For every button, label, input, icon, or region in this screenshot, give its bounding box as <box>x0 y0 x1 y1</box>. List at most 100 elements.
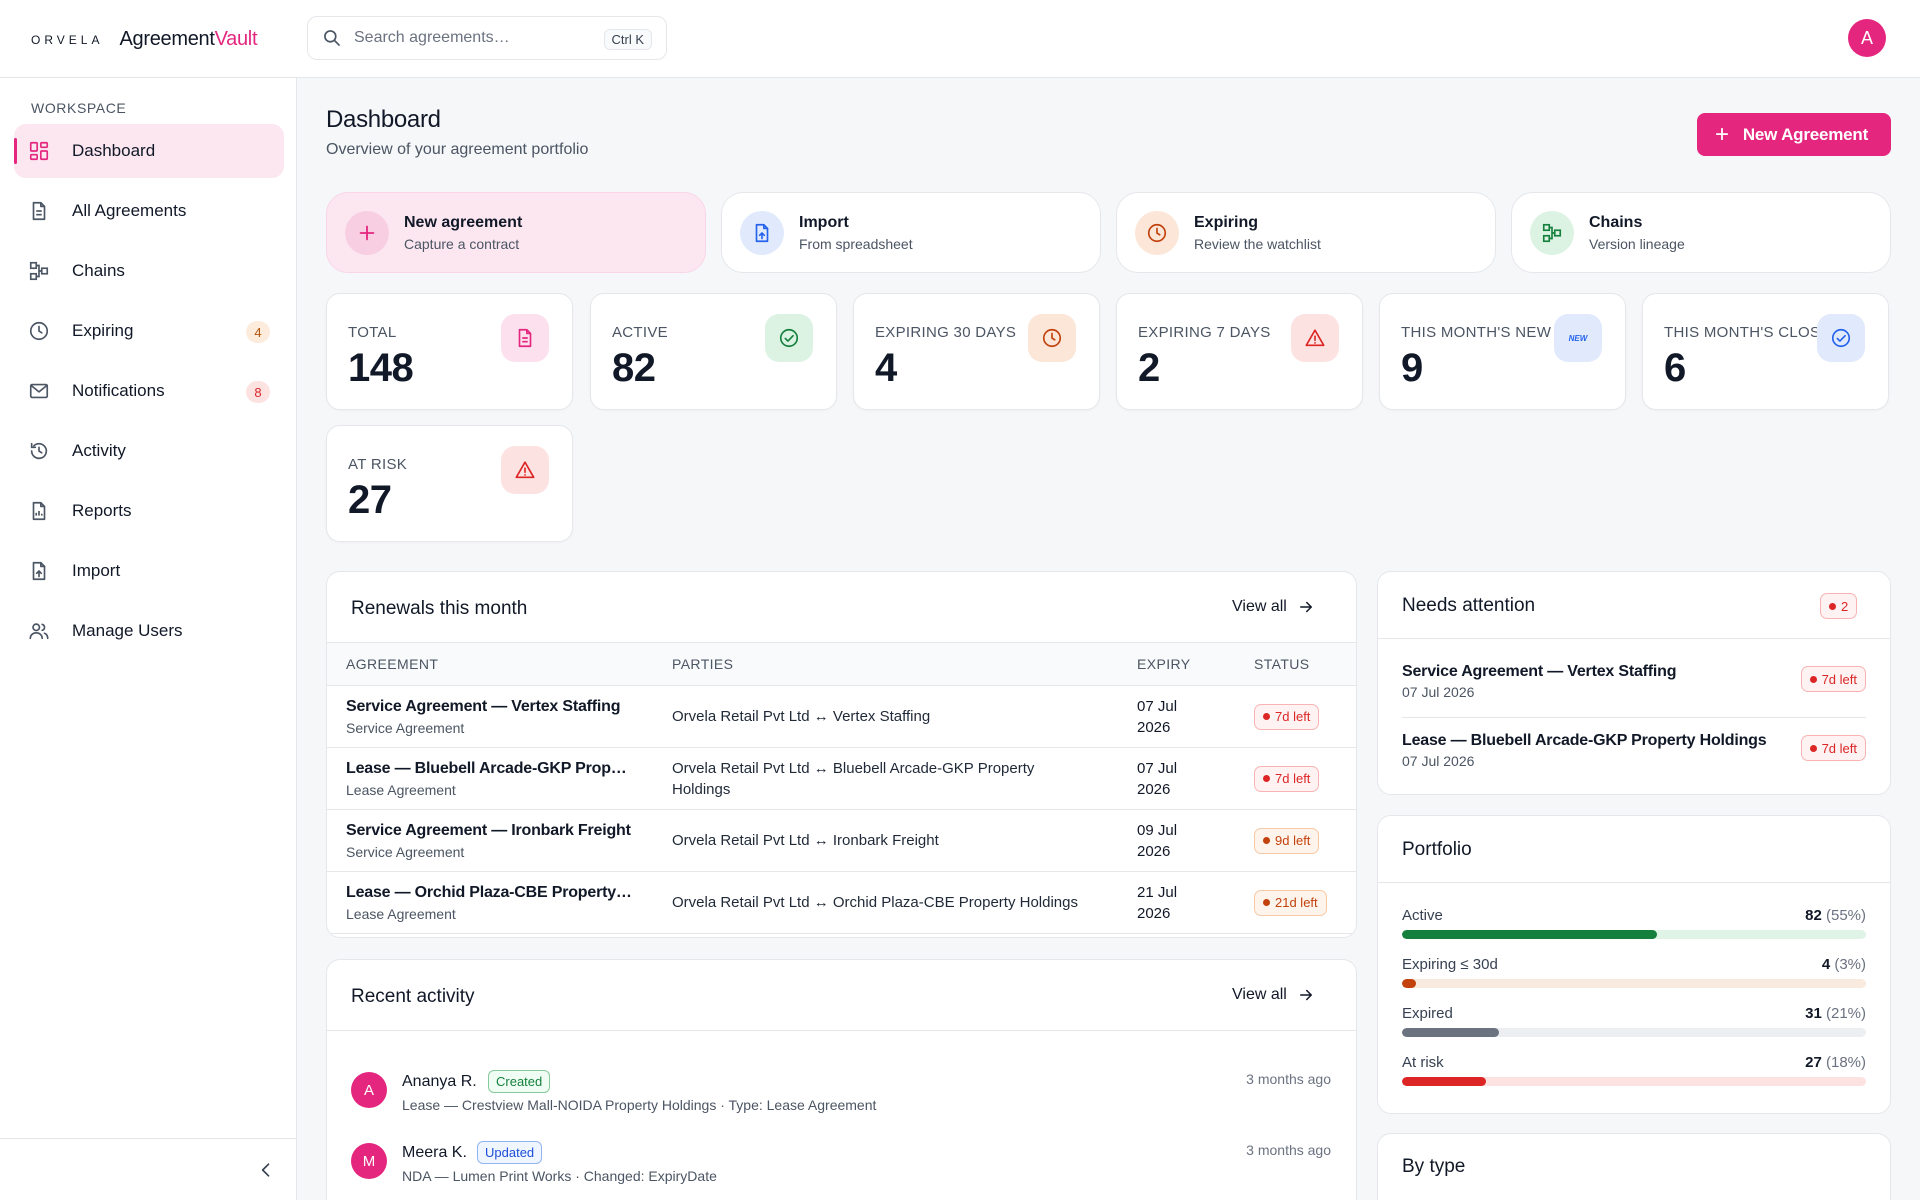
stat-card-this-months-new[interactable]: THIS MONTH'S NEW 9 NEW <box>1379 293 1626 410</box>
quick-action-subtitle: Version lineage <box>1589 236 1685 252</box>
portfolio-value: 27 (18%) <box>1805 1054 1866 1071</box>
renewals-card: Renewals this month View all AGREEMENT P… <box>326 571 1357 938</box>
sidebar-item-dashboard[interactable]: Dashboard <box>14 124 284 178</box>
table-row[interactable]: Lease — Orchid Plaza-CBE Property… Lease … <box>327 871 1356 934</box>
column-header[interactable]: STATUS <box>1235 642 1356 686</box>
column-header[interactable]: PARTIES <box>653 642 1118 686</box>
brand-logo[interactable]: ORVELA AgreementVault <box>31 28 258 51</box>
brand-mark: ORVELA <box>31 32 104 47</box>
portfolio-title: Portfolio <box>1402 839 1472 860</box>
sidebar-item-all-agreements[interactable]: All Agreements <box>14 184 284 238</box>
column-header[interactable]: EXPIRY <box>1118 642 1235 686</box>
stat-card-at-risk[interactable]: AT RISK 27 <box>326 425 573 542</box>
mail-icon <box>29 383 49 399</box>
status-dot <box>1809 744 1817 752</box>
renewals-view-all-link[interactable]: View all <box>1232 598 1315 616</box>
activity-type-badge: Updated <box>477 1141 543 1164</box>
agreement-name[interactable]: Lease — Bluebell Arcade-GKP Prop… <box>346 760 646 778</box>
sidebar-item-label: Import <box>72 561 121 580</box>
needs-attention-card: Needs attention 2 Service Agreement — Ve… <box>1377 571 1891 795</box>
portfolio-bar-fill <box>1402 979 1416 988</box>
agreement-name[interactable]: Lease — Orchid Plaza-CBE Property… <box>346 884 646 902</box>
attention-item[interactable]: Service Agreement — Vertex Staffing 07 J… <box>1402 645 1866 713</box>
table-row[interactable]: Lease — Bluebell Arcade-GKP Prop… Lease A… <box>327 747 1356 810</box>
recent-activity-card: Recent activity View all A Ananya R. Cre… <box>326 959 1357 1200</box>
stat-card-this-months-closed[interactable]: THIS MONTH'S CLOSED 6 <box>1642 293 1889 410</box>
sidebar-item-notifications[interactable]: Notifications 8 <box>14 364 284 418</box>
view-all-label: View all <box>1232 986 1287 1003</box>
stat-card-expiring-30-days[interactable]: EXPIRING 30 DAYS 4 <box>853 293 1100 410</box>
column-header[interactable]: AGREEMENT <box>327 642 653 686</box>
sidebar-item-label: Chains <box>72 261 125 280</box>
table-row[interactable]: Service Agreement — Ironbark Freight Serv… <box>327 809 1356 872</box>
sidebar-collapse-button[interactable] <box>0 1138 296 1200</box>
agreement-type: Service Agreement <box>346 719 465 736</box>
sidebar-item-reports[interactable]: Reports <box>14 484 284 538</box>
quick-action-title: New agreement <box>404 214 523 231</box>
recent-activity-title: Recent activity <box>351 986 475 1007</box>
parties-cell: Orvela Retail Pvt Ltd ↔ Vertex Staffing <box>653 685 1118 748</box>
check-circle-icon <box>765 314 813 362</box>
view-all-label: View all <box>1232 598 1287 615</box>
table-row[interactable]: Service Agreement — Vertex Staffing Servi… <box>327 685 1356 748</box>
activity-item[interactable]: M Meera K. Updated NDA — Lumen Print Wor… <box>351 1139 1331 1199</box>
app-name-prefix: Agreement <box>119 28 215 50</box>
attention-count: 2 <box>1841 598 1849 614</box>
sidebar-item-import[interactable]: Import <box>14 544 284 598</box>
new-agreement-button[interactable]: + New Agreement <box>1697 113 1891 156</box>
activity-view-all-link[interactable]: View all <box>1232 986 1315 1004</box>
stat-card-total[interactable]: TOTAL 148 <box>326 293 573 410</box>
sidebar-item-label: Manage Users <box>72 621 183 640</box>
status-badge: 7d left <box>1254 765 1320 792</box>
portfolio-bar <box>1402 930 1866 939</box>
sidebar-item-manage-users[interactable]: Manage Users <box>14 604 284 658</box>
user-avatar[interactable]: A <box>1848 19 1886 57</box>
portfolio-count: 82 <box>1805 907 1822 924</box>
stat-value: 148 <box>348 346 414 390</box>
portfolio-count: 27 <box>1805 1054 1822 1071</box>
agreement-type: Lease Agreement <box>346 905 456 922</box>
quick-action-import[interactable]: Import From spreadsheet <box>721 192 1101 273</box>
quick-action-expiring[interactable]: Expiring Review the watchlist <box>1116 192 1496 273</box>
new-agreement-button-label: New Agreement <box>1742 124 1869 144</box>
search-input[interactable] <box>354 29 594 47</box>
search-box[interactable]: Ctrl K <box>307 16 667 60</box>
expiry-day: 07 Jul <box>1137 759 1178 777</box>
parties-cell: Orvela Retail Pvt Ltd ↔ Bluebell Arcade-… <box>653 747 1118 810</box>
expiry-year: 2026 <box>1137 904 1171 922</box>
attention-count-badge: 2 <box>1820 593 1858 619</box>
stat-value: 27 <box>348 478 392 522</box>
stat-label: AT RISK <box>348 456 408 473</box>
sidebar-item-expiring[interactable]: Expiring 4 <box>14 304 284 358</box>
portfolio-percent: (21%) <box>1825 1005 1866 1022</box>
sidebar: WORKSPACE Dashboard All Agreements Chain… <box>0 78 297 1200</box>
activity-type-badge: Created <box>488 1070 551 1093</box>
agreement-name[interactable]: Service Agreement — Vertex Staffing <box>346 698 646 716</box>
agreement-type: Lease Agreement <box>346 781 456 798</box>
chains-icon <box>29 261 49 281</box>
attention-item[interactable]: Lease — Bluebell Arcade-GKP Property Hol… <box>1402 714 1866 782</box>
sidebar-nav: Dashboard All Agreements Chains Expiring… <box>14 124 284 664</box>
status-text: 7d left <box>1275 771 1311 786</box>
stat-card-expiring-7-days[interactable]: EXPIRING 7 DAYS 2 <box>1116 293 1363 410</box>
expiry-day: 21 Jul <box>1137 883 1178 901</box>
plus-icon: + <box>1715 120 1729 148</box>
agreement-name[interactable]: Service Agreement — Ironbark Freight <box>346 822 646 840</box>
activity-item[interactable]: A Ananya R. Created Lease — Crestview Ma… <box>351 1068 1331 1128</box>
search-icon <box>324 30 340 46</box>
sidebar-item-activity[interactable]: Activity <box>14 424 284 478</box>
expiry-year: 2026 <box>1137 842 1171 860</box>
stat-label: THIS MONTH'S NEW <box>1401 324 1552 341</box>
stat-label: THIS MONTH'S CLOSED <box>1664 324 1842 341</box>
stat-label: EXPIRING 30 DAYS <box>875 324 1017 341</box>
quick-action-chains[interactable]: Chains Version lineage <box>1511 192 1891 273</box>
portfolio-percent: (18%) <box>1825 1054 1866 1071</box>
sidebar-item-chains[interactable]: Chains <box>14 244 284 298</box>
clock-icon <box>1028 314 1076 362</box>
status-cell: 7d left <box>1235 685 1356 748</box>
chains-icon <box>1530 211 1574 255</box>
quick-action-new-agreement[interactable]: New agreement Capture a contract <box>326 192 706 273</box>
stat-value: 82 <box>612 346 656 390</box>
app-name: AgreementVault <box>119 28 257 51</box>
stat-card-active[interactable]: ACTIVE 82 <box>590 293 837 410</box>
